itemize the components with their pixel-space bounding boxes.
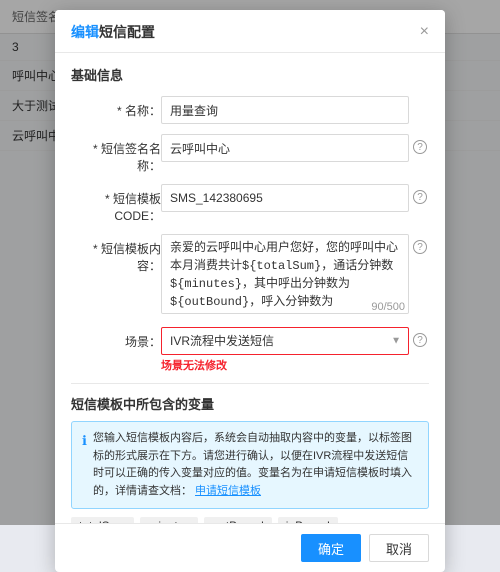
- code-label: * 短信模板CODE：: [71, 184, 161, 224]
- sign-field-row: * 短信签名名称： ?: [71, 134, 429, 174]
- name-input[interactable]: [161, 96, 409, 124]
- content-control: 亲爱的云呼叫中心用户您好，您的呼叫中心本月消费共计${totalSum}，通话分…: [161, 234, 409, 317]
- scene-label: 场景：: [71, 327, 161, 350]
- dialog-title: 编辑短信配置: [71, 22, 155, 42]
- sign-input[interactable]: [161, 134, 409, 162]
- content-label: * 短信模板内容：: [71, 234, 161, 274]
- name-field-row: * 名称：: [71, 96, 429, 124]
- sign-control: ?: [161, 134, 409, 162]
- content-count: 90/500: [371, 301, 405, 313]
- cancel-button[interactable]: 取消: [369, 534, 429, 562]
- content-field-row: * 短信模板内容： 亲爱的云呼叫中心用户您好，您的呼叫中心本月消费共计${tot…: [71, 234, 429, 317]
- dialog-header: 编辑短信配置 ×: [55, 10, 445, 53]
- sign-help-icon[interactable]: ?: [413, 140, 427, 154]
- info-box: ℹ 您输入短信模板内容后，系统会自动抽取内容中的变量，以标签图标的形式展示在下方…: [71, 421, 429, 509]
- confirm-button[interactable]: 确定: [301, 534, 361, 562]
- code-field-row: * 短信模板CODE： ?: [71, 184, 429, 224]
- dialog-title-text: 短信配置: [99, 24, 155, 40]
- tag-totalSum: totalSum: [71, 517, 134, 523]
- code-help-icon[interactable]: ?: [413, 190, 427, 204]
- name-control: [161, 96, 409, 124]
- dialog-footer: 确定 取消: [55, 523, 445, 572]
- scene-select[interactable]: IVR流程中发送短信: [161, 327, 409, 355]
- variables-section: 短信模板中所包含的变量 ℹ 您输入短信模板内容后，系统会自动抽取内容中的变量，以…: [71, 383, 429, 523]
- scene-field-row: 场景： IVR流程中发送短信 ▼ 场景无法修改 ?: [71, 327, 429, 373]
- dialog-body: 基础信息 * 名称： * 短信签名名称： ? * 短信模板CODE： ?: [55, 53, 445, 523]
- tag-inBound: inBound: [278, 517, 338, 523]
- info-text: 您输入短信模板内容后，系统会自动抽取内容中的变量，以标签图标的形式展示在下方。请…: [93, 430, 418, 500]
- name-label: * 名称：: [71, 96, 161, 119]
- scene-error-message: 场景无法修改: [161, 357, 409, 373]
- info-icon: ℹ: [82, 431, 87, 452]
- scene-help-icon[interactable]: ?: [413, 333, 427, 347]
- info-link[interactable]: 申请短信模板: [195, 485, 261, 497]
- scene-control: IVR流程中发送短信 ▼ 场景无法修改 ?: [161, 327, 409, 373]
- tag-minutes: minutes: [140, 517, 198, 523]
- content-help-icon[interactable]: ?: [413, 240, 427, 254]
- tag-outBound: outBound: [204, 517, 271, 523]
- code-input[interactable]: [161, 184, 409, 212]
- sign-label: * 短信签名名称：: [71, 134, 161, 174]
- scene-select-wrapper: IVR流程中发送短信 ▼: [161, 327, 409, 355]
- sms-config-dialog: 编辑短信配置 × 基础信息 * 名称： * 短信签名名称： ? * 短信模板CO…: [55, 10, 445, 572]
- variables-section-title: 短信模板中所包含的变量: [71, 394, 429, 413]
- section-basic-title: 基础信息: [71, 65, 429, 84]
- dialog-title-prefix: 编辑: [71, 24, 99, 40]
- close-button[interactable]: ×: [420, 24, 429, 40]
- code-control: ?: [161, 184, 409, 212]
